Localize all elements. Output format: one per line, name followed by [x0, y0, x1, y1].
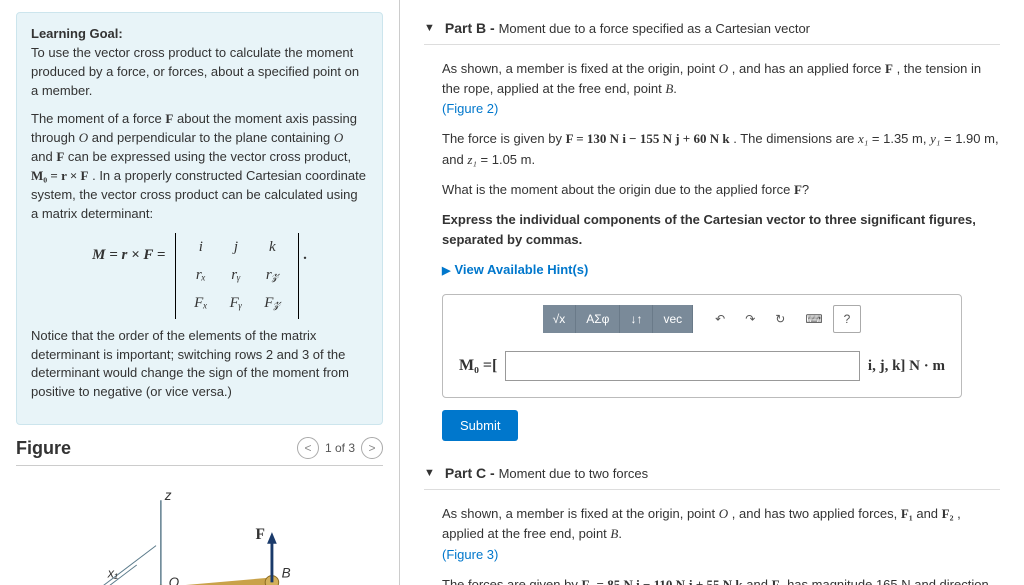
figure-header: Figure < 1 of 3 > — [16, 437, 383, 466]
figure-3-link[interactable]: (Figure 3) — [442, 547, 498, 562]
figure-pager: < 1 of 3 > — [297, 437, 383, 459]
part-b-body: As shown, a member is fixed at the origi… — [424, 59, 1000, 465]
svg-text:x₁: x₁ — [107, 567, 118, 581]
pager-next-button[interactable]: > — [361, 437, 383, 459]
figure-diagram: z x y x₁ x₂ y₁ z₁ F O B — [16, 482, 383, 585]
answer-box: √x ΑΣφ ↓↑ vec ↶ ↷ ↻ ⌨ ? M₀ =[ i, j, k] N… — [442, 294, 962, 398]
part-c-header[interactable]: ▼ Part C - Moment due to two forces — [424, 465, 1000, 490]
learning-p3: Notice that the order of the elements of… — [31, 327, 368, 402]
matrix-determinant: M = r × F = ijk rₓrᵧr𝓏 FₓFᵧF𝓏 . — [31, 233, 368, 318]
tool-template-button[interactable]: √x — [543, 305, 577, 333]
view-hints-link[interactable]: ▶View Available Hint(s) — [442, 260, 1000, 280]
svg-text:O: O — [169, 575, 180, 585]
collapse-icon: ▼ — [424, 467, 435, 479]
learning-goal-box: Learning Goal: To use the vector cross p… — [16, 12, 383, 425]
pager-text: 1 of 3 — [325, 441, 355, 455]
learning-heading: Learning Goal: — [31, 26, 123, 41]
tool-symbols-button[interactable]: ΑΣφ — [576, 305, 620, 333]
tool-reset-button[interactable]: ↻ — [765, 305, 795, 333]
tool-keyboard-button[interactable]: ⌨ — [795, 305, 832, 333]
learning-p1: To use the vector cross product to calcu… — [31, 45, 359, 98]
part-b-header[interactable]: ▼ Part B - Moment due to a force specifi… — [424, 20, 1000, 45]
left-panel: Learning Goal: To use the vector cross p… — [0, 0, 400, 585]
answer-unit: i, j, k] N · m — [868, 355, 945, 378]
part-c-body: As shown, a member is fixed at the origi… — [424, 504, 1000, 585]
tool-undo-button[interactable]: ↶ — [705, 305, 735, 333]
right-panel: ▼ Part B - Moment due to a force specifi… — [400, 0, 1024, 585]
tool-vector-button[interactable]: vec — [653, 305, 693, 333]
part-b-instructions: Express the individual components of the… — [442, 210, 1000, 250]
svg-text:B: B — [282, 566, 291, 581]
answer-toolbar: √x ΑΣφ ↓↑ vec ↶ ↷ ↻ ⌨ ? — [443, 295, 961, 339]
tool-help-button[interactable]: ? — [833, 305, 862, 333]
svg-text:F: F — [256, 526, 265, 543]
figure-2-link[interactable]: (Figure 2) — [442, 101, 498, 116]
answer-label: M₀ =[ — [459, 354, 497, 379]
pager-prev-button[interactable]: < — [297, 437, 319, 459]
figure-title: Figure — [16, 438, 71, 459]
tool-redo-button[interactable]: ↷ — [735, 305, 765, 333]
tool-subscript-button[interactable]: ↓↑ — [620, 305, 653, 333]
answer-input[interactable] — [505, 351, 860, 381]
collapse-icon: ▼ — [424, 22, 435, 34]
svg-text:z: z — [164, 488, 172, 503]
submit-button[interactable]: Submit — [442, 410, 518, 441]
